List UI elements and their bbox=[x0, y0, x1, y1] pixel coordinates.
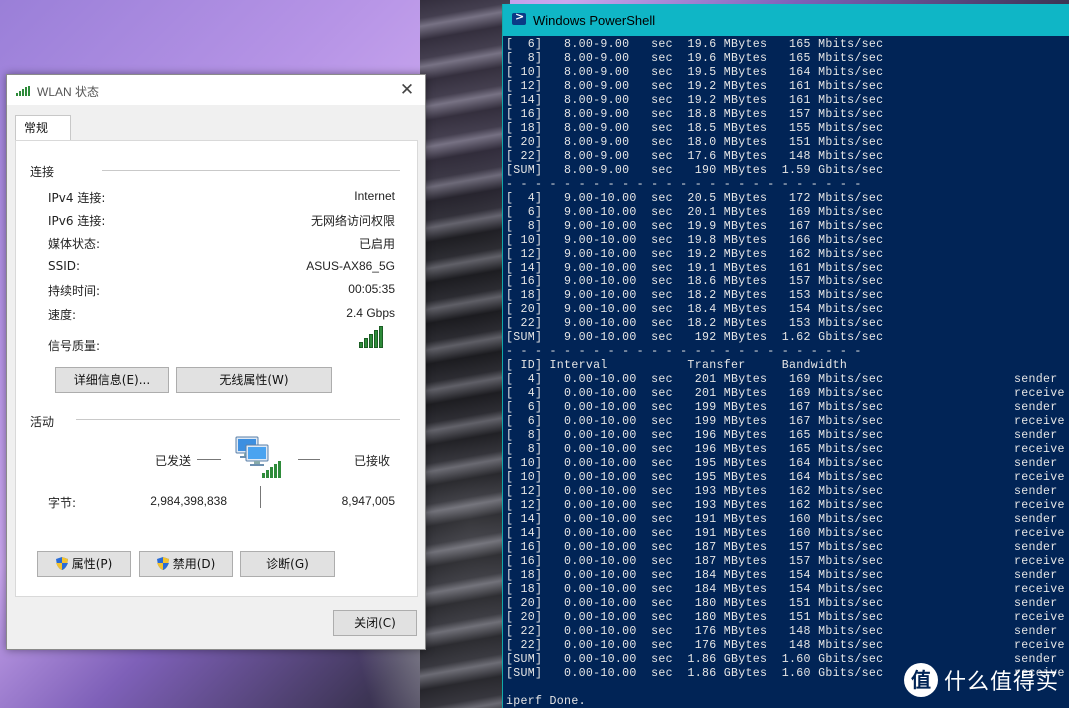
signal-strength-icon bbox=[359, 326, 383, 348]
console-line: [ 12] 9.00-10.00 sec 19.2 MBytes 162 Mbi… bbox=[506, 247, 884, 261]
console-line: [ 6] 8.00-9.00 sec 19.6 MBytes 165 Mbits… bbox=[506, 38, 884, 51]
close-button[interactable]: 关闭(C) bbox=[333, 610, 417, 636]
console-line: [ 16] 9.00-10.00 sec 18.6 MBytes 157 Mbi… bbox=[506, 275, 884, 289]
bytes-received-value: 8,947,005 bbox=[341, 494, 395, 508]
media-state-label: 媒体状态: bbox=[48, 237, 101, 251]
connection-heading: 连接 bbox=[30, 165, 55, 179]
console-line: [ 10] 0.00-10.00 sec 195 MBytes 164 Mbit… bbox=[506, 471, 1066, 485]
powershell-title: Windows PowerShell bbox=[533, 13, 656, 28]
console-line: [ 8] 9.00-10.00 sec 19.9 MBytes 167 Mbit… bbox=[506, 219, 884, 233]
console-line: [ 18] 0.00-10.00 sec 184 MBytes 154 Mbit… bbox=[506, 582, 1066, 596]
properties-button-label: 属性(P) bbox=[71, 557, 113, 571]
diagnose-button[interactable]: 诊断(G) bbox=[240, 551, 335, 577]
uac-shield-icon bbox=[156, 557, 169, 570]
disable-button[interactable]: 禁用(D) bbox=[139, 551, 233, 577]
ssid-label: SSID: bbox=[48, 259, 81, 273]
console-line: [ 14] 9.00-10.00 sec 19.1 MBytes 161 Mbi… bbox=[506, 261, 884, 275]
dialog-titlebar[interactable]: WLAN 状态 ✕ bbox=[7, 75, 425, 105]
console-line: - - - - - - - - - - - - - - - - - - - - … bbox=[506, 345, 862, 359]
console-line: [ 4] 0.00-10.00 sec 201 MBytes 169 Mbits… bbox=[506, 373, 1058, 387]
bytes-separator bbox=[260, 486, 261, 508]
duration-label: 持续时间: bbox=[48, 284, 101, 298]
watermark: 值 什么值得买 bbox=[903, 661, 1059, 699]
ipv6-value: 无网络访问权限 bbox=[310, 214, 395, 228]
watermark-text: 什么值得买 bbox=[943, 670, 1059, 695]
ssid-value: ASUS-AX86_5G bbox=[306, 259, 395, 273]
dialog-title: WLAN 状态 bbox=[37, 85, 100, 99]
console-line: [ 20] 0.00-10.00 sec 180 MBytes 151 Mbit… bbox=[506, 596, 1058, 610]
console-line: [ 14] 0.00-10.00 sec 191 MBytes 160 Mbit… bbox=[506, 512, 1058, 526]
powershell-icon bbox=[512, 10, 526, 25]
console-line: [ 6] 0.00-10.00 sec 199 MBytes 167 Mbits… bbox=[506, 401, 1058, 415]
activity-heading: 活动 bbox=[30, 415, 55, 429]
powershell-window: Windows PowerShell [ 6] 8.00-9.00 sec 19… bbox=[502, 4, 1069, 708]
console-line: [ 12] 8.00-9.00 sec 19.2 MBytes 161 Mbit… bbox=[506, 79, 884, 93]
received-connector bbox=[298, 459, 320, 460]
tab-panel: 连接 IPv4 连接: Internet IPv6 连接: 无网络访问权限 媒体… bbox=[15, 140, 418, 597]
bytes-label: 字节: bbox=[48, 496, 77, 510]
console-line: [ 20] 8.00-9.00 sec 18.0 MBytes 151 Mbit… bbox=[506, 135, 884, 149]
wlan-status-dialog: WLAN 状态 ✕ 常规 连接 IPv4 连接: Internet IPv6 连… bbox=[6, 74, 426, 650]
network-computers-icon bbox=[235, 436, 281, 478]
tab-general[interactable]: 常规 bbox=[15, 115, 71, 142]
sent-label: 已发送 bbox=[155, 454, 192, 468]
console-line: [ 6] 9.00-10.00 sec 20.1 MBytes 169 Mbit… bbox=[506, 205, 884, 219]
disable-button-label: 禁用(D) bbox=[172, 557, 216, 571]
console-line: - - - - - - - - - - - - - - - - - - - - … bbox=[506, 177, 862, 191]
console-line: [ 22] 0.00-10.00 sec 176 MBytes 148 Mbit… bbox=[506, 638, 1066, 652]
console-line: [ 18] 0.00-10.00 sec 184 MBytes 154 Mbit… bbox=[506, 568, 1058, 582]
properties-button[interactable]: 属性(P) bbox=[37, 551, 131, 577]
console-line: [ 4] 0.00-10.00 sec 201 MBytes 169 Mbits… bbox=[506, 387, 1066, 401]
console-line: [SUM] 9.00-10.00 sec 192 MBytes 1.62 Gbi… bbox=[506, 331, 884, 345]
details-button[interactable]: 详细信息(E)... bbox=[55, 367, 169, 393]
console-line: [ 12] 0.00-10.00 sec 193 MBytes 162 Mbit… bbox=[506, 485, 1058, 498]
wireless-properties-button[interactable]: 无线属性(W) bbox=[176, 367, 332, 393]
duration-value: 00:05:35 bbox=[348, 282, 395, 296]
divider bbox=[76, 419, 400, 420]
console-line: [ 18] 9.00-10.00 sec 18.2 MBytes 153 Mbi… bbox=[506, 289, 884, 303]
divider bbox=[102, 170, 400, 171]
console-line: [ 14] 0.00-10.00 sec 191 MBytes 160 Mbit… bbox=[506, 526, 1066, 540]
console-line: [SUM] 8.00-9.00 sec 190 MBytes 1.59 Gbit… bbox=[506, 163, 884, 177]
bytes-sent-value: 2,984,398,838 bbox=[150, 494, 227, 508]
console-line: [ 10] 0.00-10.00 sec 195 MBytes 164 Mbit… bbox=[506, 457, 1058, 471]
console-line: [ 22] 8.00-9.00 sec 17.6 MBytes 148 Mbit… bbox=[506, 149, 884, 163]
ipv4-value: Internet bbox=[354, 189, 395, 203]
console-line: [ ID] Interval Transfer Bandwidth bbox=[506, 359, 848, 373]
close-icon[interactable]: ✕ bbox=[397, 80, 417, 100]
console-line: [ 8] 0.00-10.00 sec 196 MBytes 165 Mbits… bbox=[506, 429, 1058, 443]
desktop-wallpaper bbox=[420, 0, 510, 708]
wifi-signal-icon bbox=[16, 86, 30, 96]
sent-connector bbox=[197, 459, 221, 460]
watermark-logo: 值 bbox=[903, 663, 938, 697]
console-line: [ 14] 8.00-9.00 sec 19.2 MBytes 161 Mbit… bbox=[506, 93, 884, 107]
console-line: [ 22] 0.00-10.00 sec 176 MBytes 148 Mbit… bbox=[506, 624, 1058, 638]
signal-quality-label: 信号质量: bbox=[48, 339, 101, 353]
console-line: [ 10] 8.00-9.00 sec 19.5 MBytes 164 Mbit… bbox=[506, 65, 884, 79]
speed-label: 速度: bbox=[48, 308, 77, 322]
console-line: [ 16] 0.00-10.00 sec 187 MBytes 157 Mbit… bbox=[506, 540, 1058, 554]
powershell-titlebar[interactable]: Windows PowerShell bbox=[503, 4, 1069, 36]
console-line: [ 22] 9.00-10.00 sec 18.2 MBytes 153 Mbi… bbox=[506, 317, 884, 331]
ipv6-label: IPv6 连接: bbox=[48, 214, 106, 228]
console-line: [ 20] 9.00-10.00 sec 18.4 MBytes 154 Mbi… bbox=[506, 303, 884, 317]
console-line: [ 8] 0.00-10.00 sec 196 MBytes 165 Mbits… bbox=[506, 443, 1066, 457]
uac-shield-icon bbox=[55, 557, 68, 570]
console-line: [ 16] 0.00-10.00 sec 187 MBytes 157 Mbit… bbox=[506, 554, 1066, 568]
console-line: [ 4] 9.00-10.00 sec 20.5 MBytes 172 Mbit… bbox=[506, 191, 884, 205]
console-line: [ 16] 8.00-9.00 sec 18.8 MBytes 157 Mbit… bbox=[506, 107, 884, 121]
speed-value: 2.4 Gbps bbox=[346, 306, 395, 320]
console-line: [ 20] 0.00-10.00 sec 180 MBytes 151 Mbit… bbox=[506, 610, 1066, 624]
console-line: [ 12] 0.00-10.00 sec 193 MBytes 162 Mbit… bbox=[506, 498, 1066, 512]
received-label: 已接收 bbox=[354, 454, 391, 468]
console-line: [ 8] 8.00-9.00 sec 19.6 MBytes 165 Mbits… bbox=[506, 51, 884, 65]
console-line: [ 10] 9.00-10.00 sec 19.8 MBytes 166 Mbi… bbox=[506, 233, 884, 247]
console-line: [ 6] 0.00-10.00 sec 199 MBytes 167 Mbits… bbox=[506, 415, 1066, 429]
console-line: [ 18] 8.00-9.00 sec 18.5 MBytes 155 Mbit… bbox=[506, 121, 884, 135]
media-state-value: 已启用 bbox=[358, 237, 395, 251]
console-output[interactable]: [ 6] 8.00-9.00 sec 19.6 MBytes 165 Mbits… bbox=[506, 38, 1066, 708]
ipv4-label: IPv4 连接: bbox=[48, 191, 106, 205]
